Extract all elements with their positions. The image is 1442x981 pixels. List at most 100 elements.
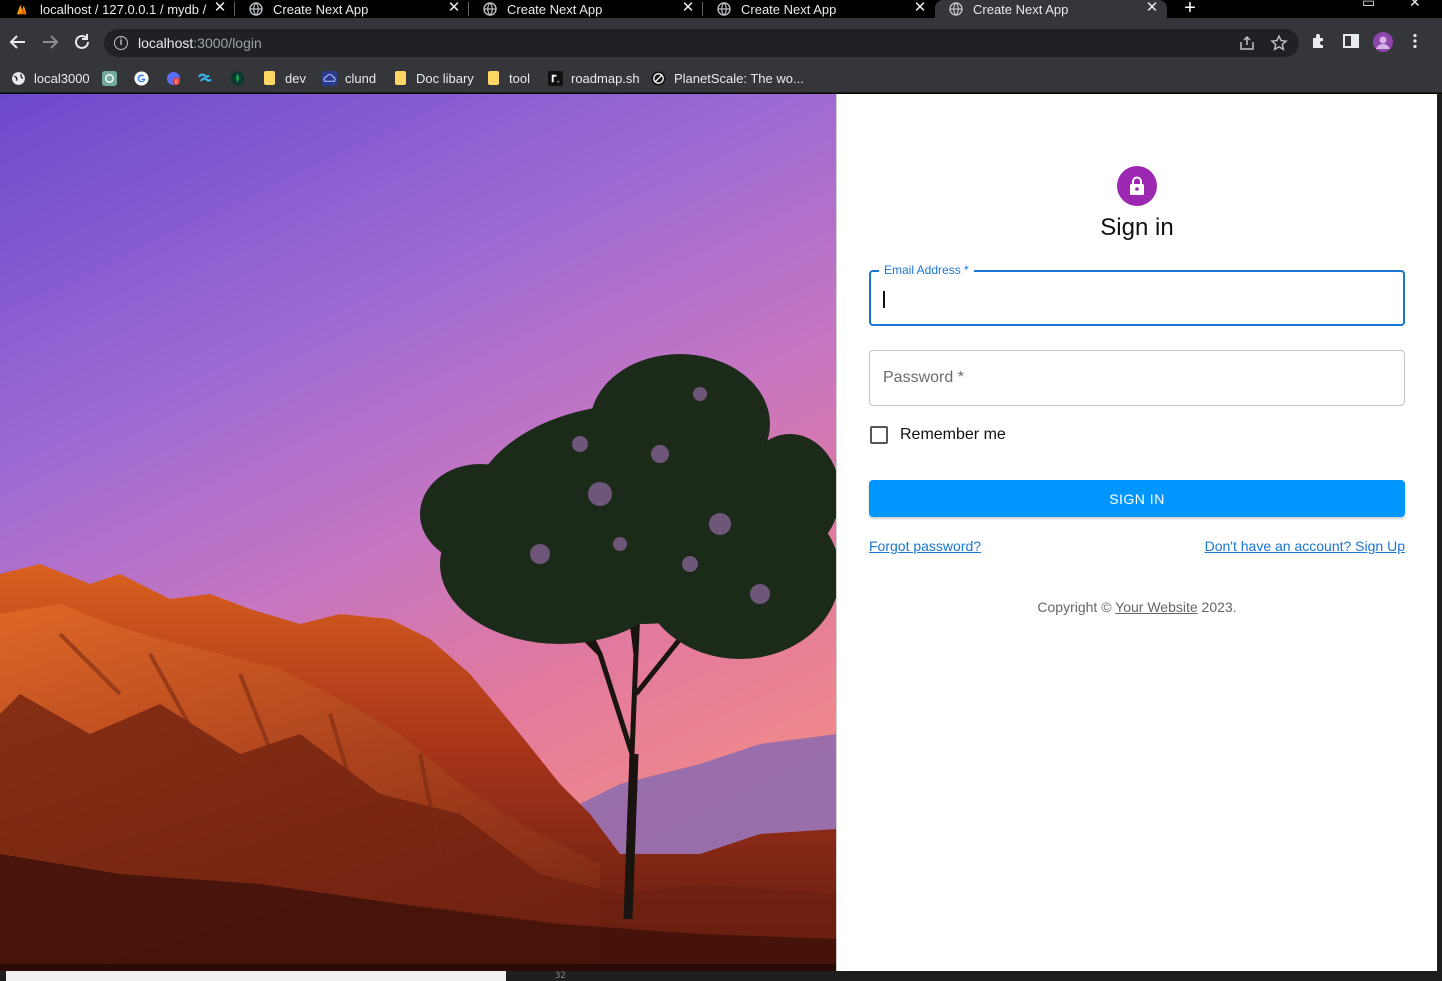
sign-up-link[interactable]: Don't have an account? Sign Up — [1205, 538, 1405, 554]
side-panel-icon[interactable] — [1342, 32, 1362, 52]
share-icon[interactable] — [1238, 34, 1256, 52]
tab-title: Create Next App — [973, 1, 1069, 17]
bookmark-label: clund — [345, 70, 377, 86]
bookmark-label: Doc libary — [416, 70, 474, 86]
page-viewport: Sign in Email Address * Password * Remem… — [0, 94, 1437, 971]
tab-create-next-app[interactable]: Create Next App ✕ — [469, 0, 703, 18]
tab-create-next-app[interactable]: Create Next App ✕ — [703, 0, 935, 18]
login-panel: Sign in Email Address * Password * Remem… — [837, 94, 1437, 971]
bookmark-clund[interactable]: clund — [321, 68, 376, 88]
lock-icon — [1130, 176, 1144, 195]
globe-icon — [249, 2, 263, 16]
address-url[interactable]: localhost:3000/login — [138, 35, 262, 51]
browser-toolbar: i localhost:3000/login — [0, 18, 1442, 64]
close-tab-icon[interactable]: ✕ — [213, 0, 227, 18]
address-host: localhost — [138, 35, 194, 51]
extensions-icon[interactable] — [1310, 32, 1330, 52]
tab-title: Create Next App — [507, 1, 603, 17]
bookmarks-bar: local3000 8 dev clund Doc libary tool ro… — [0, 64, 1442, 93]
arrow-right-icon — [43, 35, 59, 49]
sunset-tree-landscape-image — [0, 94, 837, 971]
page-title: Sign in — [1100, 214, 1174, 241]
close-window-icon[interactable]: ✕ — [1409, 0, 1421, 11]
globe-icon — [949, 2, 963, 16]
kebab-menu-icon[interactable] — [1406, 32, 1426, 52]
cloud-icon — [321, 70, 337, 86]
roadmap-icon — [547, 70, 563, 86]
tab-title: Create Next App — [273, 1, 369, 17]
globe-icon — [10, 70, 26, 86]
bookmark-google[interactable] — [133, 68, 157, 88]
email-field[interactable]: Email Address * — [869, 263, 1405, 326]
reload-button[interactable] — [71, 31, 93, 53]
reload-icon — [75, 34, 89, 49]
editor-line-number: 32 — [555, 971, 566, 981]
tab-title: Create Next App — [741, 1, 837, 17]
tab-phpmyadmin[interactable]: localhost / 127.0.0.1 / mydb / us ✕ — [0, 0, 235, 18]
chatgpt-icon — [101, 70, 117, 86]
password-label: Password * — [883, 369, 964, 386]
site-info-icon[interactable]: i — [114, 36, 128, 50]
bookmark-folder-tool[interactable]: tool — [485, 68, 530, 88]
tab-title: localhost / 127.0.0.1 / mydb / us — [40, 1, 208, 17]
copyright-year: 2023. — [1197, 599, 1237, 615]
bookmark-mongodb[interactable] — [229, 68, 253, 88]
background-panel — [6, 971, 506, 981]
address-bar[interactable]: i localhost:3000/login — [104, 29, 1299, 57]
forgot-password-link[interactable]: Forgot password? — [869, 538, 981, 554]
sign-in-button[interactable]: SIGN IN — [869, 480, 1405, 517]
bookmark-label: tool — [509, 70, 530, 86]
bookmark-label: roadmap.sh — [571, 70, 640, 86]
globe-icon — [483, 2, 497, 16]
phpmyadmin-icon — [16, 2, 30, 16]
forward-button[interactable] — [39, 31, 61, 53]
address-path: :3000/login — [193, 35, 262, 51]
bookmark-tailwind[interactable] — [197, 68, 221, 88]
bookmark-chatgpt[interactable] — [101, 68, 125, 88]
folder-icon — [261, 70, 277, 86]
text-cursor — [883, 291, 885, 308]
arrow-left-icon — [9, 35, 25, 49]
remember-label: Remember me — [900, 426, 1006, 443]
star-icon[interactable] — [1270, 34, 1288, 52]
svg-text:8: 8 — [174, 79, 177, 85]
email-label: Email Address * — [879, 263, 974, 277]
tailwind-icon — [197, 70, 213, 86]
bookmark-label: local3000 — [34, 70, 90, 86]
bookmark-label: PlanetScale: The wo... — [674, 70, 804, 86]
profile-avatar[interactable] — [1373, 32, 1393, 52]
tab-strip: localhost / 127.0.0.1 / mydb / us ✕ Crea… — [0, 0, 1442, 18]
bookmark-app[interactable]: 8 — [165, 68, 189, 88]
background-window-strip: 32 — [0, 971, 1442, 981]
close-tab-icon[interactable]: ✕ — [681, 0, 695, 18]
hero-image — [0, 94, 837, 971]
new-tab-button[interactable]: + — [1180, 0, 1200, 18]
bookmark-label: dev — [285, 70, 306, 86]
bookmark-planetscale[interactable]: PlanetScale: The wo... — [650, 68, 804, 88]
mongodb-icon — [229, 70, 245, 86]
close-tab-icon[interactable]: ✕ — [1145, 0, 1159, 18]
copyright: Copyright © Your Website 2023. — [837, 599, 1437, 615]
lock-avatar — [1117, 166, 1157, 206]
tab-create-next-app[interactable]: Create Next App ✕ — [235, 0, 469, 18]
minimize-icon[interactable]: ▭ — [1362, 0, 1375, 11]
remember-checkbox[interactable] — [870, 426, 888, 444]
planetscale-icon — [650, 70, 666, 86]
bookmark-local3000[interactable]: local3000 — [10, 68, 90, 88]
remember-me[interactable]: Remember me — [869, 424, 1006, 446]
background-window-edge — [1437, 94, 1442, 971]
back-button[interactable] — [7, 31, 29, 53]
copyright-prefix: Copyright © — [1037, 599, 1116, 615]
password-field[interactable]: Password * — [869, 350, 1405, 406]
globe-icon — [717, 2, 731, 16]
bookmark-folder-doc-libary[interactable]: Doc libary — [392, 68, 474, 88]
bookmark-folder-dev[interactable]: dev — [261, 68, 306, 88]
google-icon — [133, 70, 149, 86]
app-icon: 8 — [165, 70, 181, 86]
tab-create-next-app-active[interactable]: Create Next App ✕ — [935, 0, 1167, 18]
bookmark-roadmap[interactable]: roadmap.sh — [547, 68, 640, 88]
close-tab-icon[interactable]: ✕ — [913, 0, 927, 18]
website-link[interactable]: Your Website — [1115, 599, 1198, 615]
folder-icon — [392, 70, 408, 86]
close-tab-icon[interactable]: ✕ — [447, 0, 461, 18]
